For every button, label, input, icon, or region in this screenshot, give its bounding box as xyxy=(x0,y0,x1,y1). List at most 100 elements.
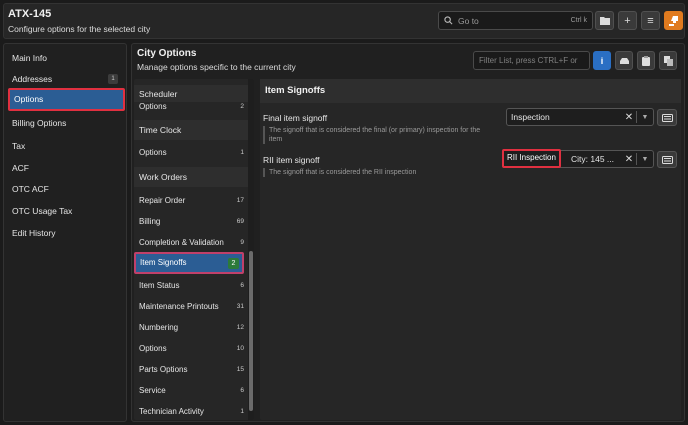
nav-item-edit-history[interactable]: Edit History xyxy=(12,228,55,238)
list-item-label: Completion & Validation xyxy=(139,238,224,247)
list-item-time-clock-options[interactable]: Options 1 xyxy=(139,148,244,157)
list-item-label: Repair Order xyxy=(139,196,186,205)
page-title: City Options xyxy=(137,48,197,59)
list-item-count: 31 xyxy=(236,303,244,310)
clear-icon[interactable]: ✕ xyxy=(622,112,636,123)
nav-item-billing-options[interactable]: Billing Options xyxy=(12,118,66,128)
goto-shortcut: Ctrl k xyxy=(570,17,587,24)
chevron-down-icon[interactable]: ▼ xyxy=(637,114,653,121)
list-item-maintenance-printouts[interactable]: Maintenance Printouts 31 xyxy=(139,302,244,311)
list-item-label: Item Status xyxy=(139,281,180,290)
list-item-label: Service xyxy=(139,386,166,395)
copy-button[interactable] xyxy=(659,51,677,70)
goto-search-input[interactable]: Go to Ctrl k xyxy=(438,11,593,30)
list-item-count: 6 xyxy=(240,387,244,394)
search-icon xyxy=(444,16,453,25)
list-item-label: Parts Options xyxy=(139,365,188,374)
list-item-numbering[interactable]: Numbering 12 xyxy=(139,323,244,332)
nav-item-addresses[interactable]: Addresses xyxy=(12,74,52,84)
list-item-item-status[interactable]: Item Status 6 xyxy=(139,281,244,290)
clipboard-icon xyxy=(642,55,650,66)
list-item-item-signoffs[interactable]: Item Signoffs 2 xyxy=(134,252,244,274)
rii-signoff-keyboard-button[interactable] xyxy=(657,151,677,168)
list-item-label: Maintenance Printouts xyxy=(139,302,219,311)
info-button[interactable]: i xyxy=(593,51,611,70)
hamburger-icon: ≡ xyxy=(647,14,654,27)
goto-placeholder: Go to xyxy=(458,15,479,26)
nav-item-otc-acf[interactable]: OTC ACF xyxy=(12,184,49,194)
section-header-work-orders: Work Orders xyxy=(134,167,250,187)
copy-icon xyxy=(663,55,673,66)
clipboard-button[interactable] xyxy=(637,51,655,70)
rii-signoff-chip: RII Inspection xyxy=(502,149,561,168)
top-bar: ATX-145 Configure options for the select… xyxy=(3,3,685,39)
list-item-count: 6 xyxy=(240,282,244,289)
nav-item-acf[interactable]: ACF xyxy=(12,163,29,173)
record-title: ATX-145 xyxy=(8,8,52,20)
list-item-service[interactable]: Service 6 xyxy=(139,386,244,395)
settings-button[interactable] xyxy=(615,51,633,70)
nav-badge-addresses: 1 xyxy=(108,74,118,84)
list-item-count: 1 xyxy=(240,149,244,156)
pin-icon xyxy=(668,15,678,26)
list-item-technician-activity[interactable]: Technician Activity 1 xyxy=(139,407,244,416)
list-item-count: 9 xyxy=(240,239,244,246)
list-item-count: 12 xyxy=(236,324,244,331)
record-subtitle: Configure options for the selected city xyxy=(8,24,151,34)
list-item-work-order-options[interactable]: Options 10 xyxy=(139,344,244,353)
item-signoffs-detail: Item Signoffs Final item signoff The sig… xyxy=(260,79,681,420)
list-item-label: Options xyxy=(139,102,167,111)
folder-icon xyxy=(599,17,610,25)
nav-item-otc-usage-tax[interactable]: OTC Usage Tax xyxy=(12,206,72,216)
nav-item-main-info[interactable]: Main Info xyxy=(12,53,47,63)
list-item-count: 15 xyxy=(236,366,244,373)
list-item-count: 69 xyxy=(236,218,244,225)
rii-signoff-label: RII item signoff xyxy=(263,155,320,165)
keyboard-icon xyxy=(661,155,673,164)
list-item-label: Technician Activity xyxy=(139,407,204,416)
clear-icon[interactable]: ✕ xyxy=(622,154,636,165)
list-item-label: Options xyxy=(139,148,167,157)
final-signoff-keyboard-button[interactable] xyxy=(657,109,677,126)
pin-button[interactable] xyxy=(664,11,683,30)
keyboard-icon xyxy=(661,113,673,122)
section-header-scheduler: Scheduler xyxy=(134,85,250,102)
final-signoff-label: Final item signoff xyxy=(263,113,328,123)
car-icon xyxy=(619,57,629,64)
list-item-label: Options xyxy=(139,344,167,353)
list-item-billing[interactable]: Billing 69 xyxy=(139,217,244,226)
list-item-count: 2 xyxy=(228,258,239,269)
list-item-parts-options[interactable]: Parts Options 15 xyxy=(139,365,244,374)
page-subtitle: Manage options specific to the current c… xyxy=(137,62,296,72)
folder-button[interactable] xyxy=(595,11,614,30)
info-icon: i xyxy=(600,55,604,66)
plus-icon: + xyxy=(624,14,631,27)
nav-item-label: Options xyxy=(14,94,44,104)
list-item-count: 17 xyxy=(236,197,244,204)
list-item-completion-validation[interactable]: Completion & Validation 9 xyxy=(139,238,244,247)
city-options-panel: City Options Manage options specific to … xyxy=(131,43,685,422)
list-item-label: Item Signoffs xyxy=(140,258,187,267)
list-item-label: Billing xyxy=(139,217,161,226)
add-button[interactable]: + xyxy=(618,11,637,30)
final-signoff-value: Inspection xyxy=(511,112,550,122)
section-header-time-clock: Time Clock xyxy=(134,120,250,140)
list-item-count: 1 xyxy=(240,408,244,415)
list-item-count: 10 xyxy=(236,345,244,352)
final-signoff-select[interactable]: Inspection ✕ ▼ xyxy=(506,108,654,126)
filter-list-input[interactable]: Filter List, press CTRL+F or xyxy=(473,51,590,70)
final-signoff-help: The signoff that is considered the final… xyxy=(263,126,488,144)
left-navigation: Main Info Addresses 1 Options Billing Op… xyxy=(3,43,127,422)
menu-button[interactable]: ≡ xyxy=(641,11,660,30)
chevron-down-icon[interactable]: ▼ xyxy=(637,156,653,163)
nav-item-options[interactable]: Options xyxy=(8,88,125,111)
rii-signoff-help: The signoff that is considered the RII i… xyxy=(263,168,488,177)
list-item-count: 2 xyxy=(240,103,244,110)
detail-title: Item Signoffs xyxy=(260,79,681,103)
list-item-repair-order[interactable]: Repair Order 17 xyxy=(139,196,244,205)
list-scrollbar-thumb[interactable] xyxy=(249,251,253,411)
list-item-label: Numbering xyxy=(139,323,179,332)
list-item-scheduler-options[interactable]: Options 2 xyxy=(139,102,244,111)
nav-item-tax[interactable]: Tax xyxy=(12,141,25,151)
options-category-list: Scheduler Options 2 Time Clock Options 1… xyxy=(134,79,254,420)
